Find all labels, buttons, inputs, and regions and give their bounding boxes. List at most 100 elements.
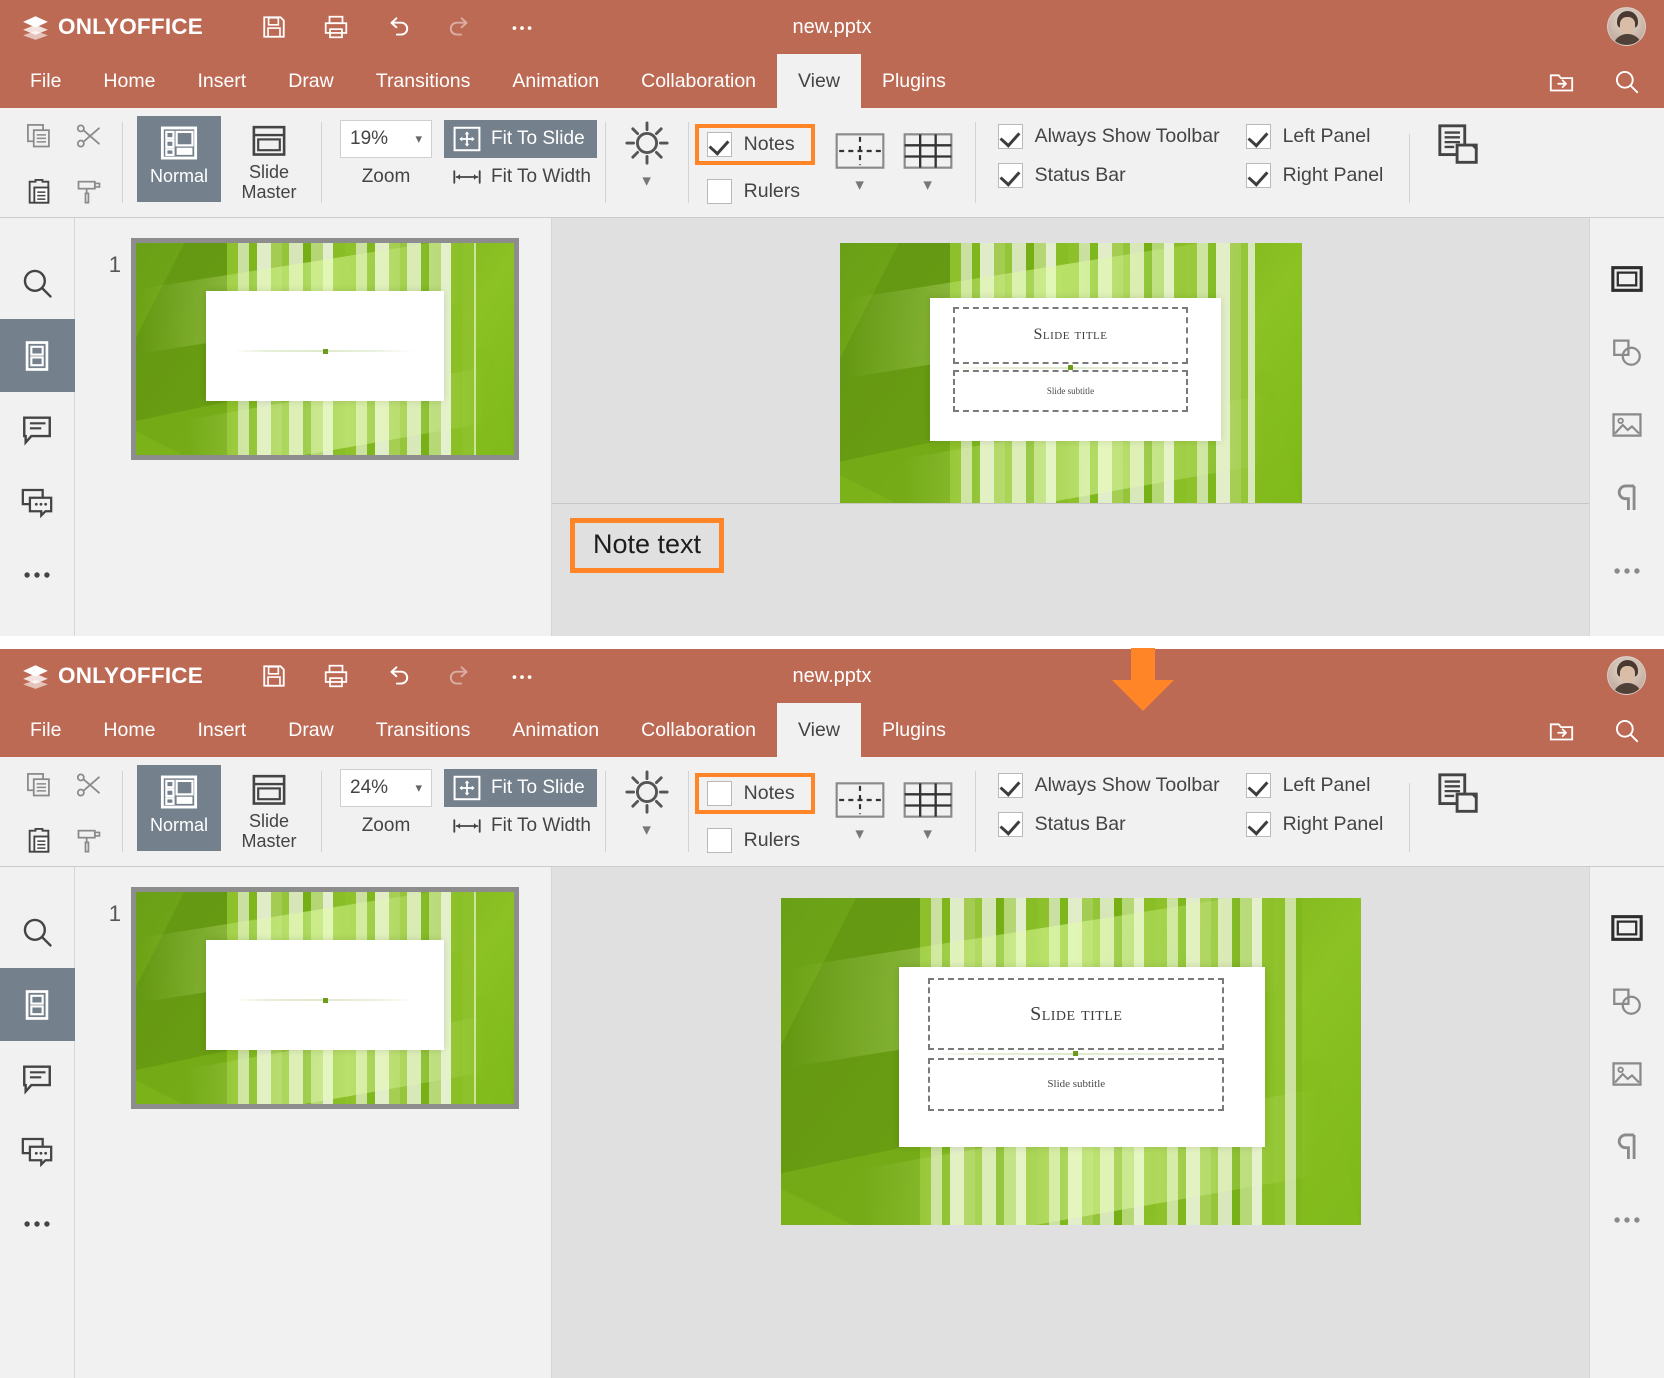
tab-draw[interactable]: Draw: [267, 703, 355, 757]
user-avatar[interactable]: [1607, 7, 1646, 46]
chevron-down-icon[interactable]: ▾: [642, 172, 651, 189]
paste-icon[interactable]: [25, 177, 53, 205]
slide-theme-icon[interactable]: [624, 120, 670, 166]
left-rail-more[interactable]: [0, 1187, 75, 1260]
format-painter-icon[interactable]: [75, 177, 103, 205]
always-show-toolbar-row[interactable]: Always Show Toolbar: [997, 773, 1220, 798]
interface-theme-icon[interactable]: [1436, 122, 1482, 168]
right-rail-more[interactable]: [1590, 1183, 1664, 1256]
status-bar-checkbox[interactable]: [997, 812, 1023, 837]
left-panel-checkbox[interactable]: [1245, 124, 1271, 149]
chevron-down-icon[interactable]: ▾: [855, 825, 864, 842]
rulers-row[interactable]: Rulers: [705, 179, 815, 204]
title-placeholder[interactable]: Slide title: [952, 306, 1189, 364]
guides-button[interactable]: ▾: [835, 132, 885, 193]
rulers-row[interactable]: Rulers: [705, 828, 815, 853]
left-panel-row[interactable]: Left Panel: [1245, 773, 1384, 798]
gridlines-button[interactable]: ▾: [903, 132, 953, 193]
slide-master-button[interactable]: Slide Master: [227, 765, 311, 851]
chevron-down-icon[interactable]: ▾: [855, 176, 864, 193]
always-show-toolbar-checkbox[interactable]: [997, 124, 1023, 149]
tab-plugins[interactable]: Plugins: [861, 54, 967, 108]
right-rail-paragraph-settings[interactable]: [1590, 1110, 1664, 1183]
left-rail-comments[interactable]: [0, 1041, 75, 1114]
tab-plugins[interactable]: Plugins: [861, 703, 967, 757]
left-rail-more[interactable]: [0, 538, 75, 611]
right-panel-row[interactable]: Right Panel: [1245, 812, 1383, 837]
notes-checkbox[interactable]: [706, 781, 732, 806]
tab-transitions[interactable]: Transitions: [355, 703, 492, 757]
notes-pane[interactable]: Note text: [552, 503, 1589, 636]
right-rail-image-settings[interactable]: [1590, 388, 1664, 461]
always-show-toolbar-row[interactable]: Always Show Toolbar: [997, 124, 1220, 149]
search-icon[interactable]: [1613, 68, 1640, 95]
print-icon[interactable]: [323, 14, 349, 40]
right-panel-checkbox[interactable]: [1245, 812, 1271, 837]
interface-theme-icon[interactable]: [1436, 771, 1482, 817]
cut-icon[interactable]: [75, 771, 103, 799]
copy-icon[interactable]: [25, 771, 53, 799]
open-file-location-icon[interactable]: [1548, 717, 1575, 744]
save-icon[interactable]: [261, 663, 287, 689]
notes-checkbox[interactable]: [706, 132, 732, 157]
tab-view[interactable]: View: [777, 703, 861, 757]
open-file-location-icon[interactable]: [1548, 68, 1575, 95]
status-bar-checkbox[interactable]: [997, 163, 1023, 188]
guides-button[interactable]: ▾: [835, 781, 885, 842]
left-rail-search[interactable]: [0, 895, 75, 968]
chevron-down-icon[interactable]: ▾: [642, 821, 651, 838]
cut-icon[interactable]: [75, 122, 103, 150]
tab-view[interactable]: View: [777, 54, 861, 108]
fit-to-slide-button[interactable]: Fit To Slide: [444, 769, 597, 807]
left-panel-checkbox[interactable]: [1245, 773, 1271, 798]
always-show-toolbar-checkbox[interactable]: [997, 773, 1023, 798]
more-options-icon[interactable]: [509, 663, 535, 689]
slide-theme-icon[interactable]: [624, 769, 670, 815]
tab-transitions[interactable]: Transitions: [355, 54, 492, 108]
title-placeholder[interactable]: Slide title: [928, 978, 1225, 1051]
right-rail-more[interactable]: [1590, 534, 1664, 607]
user-avatar[interactable]: [1607, 656, 1646, 695]
right-rail-shape-settings[interactable]: [1590, 964, 1664, 1037]
slide-master-button[interactable]: Slide Master: [227, 116, 311, 202]
tab-file[interactable]: File: [9, 54, 82, 108]
search-icon[interactable]: [1613, 717, 1640, 744]
app-logo[interactable]: ONLYOFFICE: [22, 14, 203, 40]
tab-animation[interactable]: Animation: [491, 54, 620, 108]
status-bar-row[interactable]: Status Bar: [997, 163, 1220, 188]
chevron-down-icon[interactable]: ▾: [923, 176, 932, 193]
normal-view-button[interactable]: Normal: [137, 765, 221, 851]
copy-icon[interactable]: [25, 122, 53, 150]
left-rail-chat[interactable]: [0, 465, 75, 538]
thumbnail-item[interactable]: 1: [75, 238, 551, 460]
zoom-level-select[interactable]: 24% ▾: [340, 769, 432, 807]
app-logo[interactable]: ONLYOFFICE: [22, 663, 203, 689]
rulers-checkbox[interactable]: [706, 828, 732, 853]
left-rail-comments[interactable]: [0, 392, 75, 465]
current-slide[interactable]: Slide title Slide subtitle: [839, 243, 1302, 503]
chevron-down-icon[interactable]: ▾: [923, 825, 932, 842]
note-text[interactable]: Note text: [593, 529, 701, 559]
undo-icon[interactable]: [385, 14, 411, 40]
more-options-icon[interactable]: [509, 14, 535, 40]
thumbnail-item[interactable]: 1: [75, 887, 551, 1109]
right-panel-checkbox[interactable]: [1245, 163, 1271, 188]
right-rail-slide-settings[interactable]: [1590, 891, 1664, 964]
tab-animation[interactable]: Animation: [491, 703, 620, 757]
right-rail-slide-settings[interactable]: [1590, 242, 1664, 315]
format-painter-icon[interactable]: [75, 826, 103, 854]
tab-home[interactable]: Home: [82, 54, 176, 108]
left-rail-chat[interactable]: [0, 1114, 75, 1187]
status-bar-row[interactable]: Status Bar: [997, 812, 1220, 837]
tab-insert[interactable]: Insert: [176, 54, 267, 108]
fit-to-width-button[interactable]: Fit To Width: [444, 809, 591, 843]
left-rail-search[interactable]: [0, 246, 75, 319]
fit-to-width-button[interactable]: Fit To Width: [444, 160, 591, 194]
tab-collaboration[interactable]: Collaboration: [620, 703, 777, 757]
print-icon[interactable]: [323, 663, 349, 689]
right-panel-row[interactable]: Right Panel: [1245, 163, 1383, 188]
tab-collaboration[interactable]: Collaboration: [620, 54, 777, 108]
fit-to-slide-button[interactable]: Fit To Slide: [444, 120, 597, 158]
redo-icon[interactable]: [447, 663, 473, 689]
left-panel-row[interactable]: Left Panel: [1245, 124, 1384, 149]
